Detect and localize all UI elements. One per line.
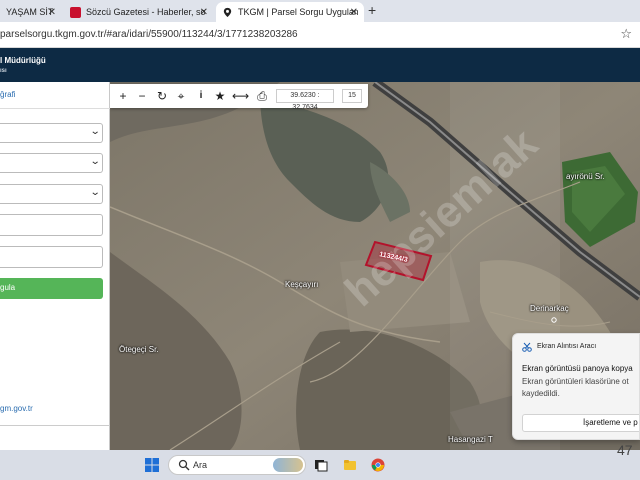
place-label: Hasangazi T <box>448 435 493 444</box>
notification-body-line: kaydedildi. <box>522 389 560 398</box>
footer-divider <box>0 425 110 426</box>
browser-tab-tkgm[interactable]: TKGM | Parsel Sorgu Uygulama ✕ <box>216 2 364 22</box>
taskbar: Ara <box>0 450 640 480</box>
neighborhood-select[interactable]: ⌄ <box>0 184 103 204</box>
tab-divider <box>0 108 110 109</box>
info-icon[interactable]: i <box>193 88 209 104</box>
block-number-input[interactable] <box>0 214 103 236</box>
place-label: ayırönü Sr. <box>566 172 605 181</box>
tab-title: Sözcü Gazetesi - Haberler, son <box>86 7 206 17</box>
site-title: l Müdürlüğü <box>0 56 46 65</box>
clock-fragment: 47 <box>617 442 633 458</box>
district-select[interactable]: ⌄ <box>0 153 103 173</box>
measure-icon[interactable]: ⟷ <box>232 88 249 104</box>
taskbar-search[interactable]: Ara <box>168 455 306 475</box>
site-subtitle: ısı <box>0 68 7 74</box>
zoom-out-icon[interactable]: − <box>134 88 150 104</box>
favorite-star-icon[interactable]: ★ <box>212 88 228 104</box>
url-text[interactable]: parselsorgu.tkgm.gov.tr/#ara/idari/55900… <box>0 29 298 40</box>
map-pin-icon <box>223 7 232 17</box>
chevron-down-icon: ⌄ <box>89 156 101 167</box>
bookmark-star-icon[interactable]: ☆ <box>620 26 632 42</box>
task-view-icon[interactable] <box>314 458 328 472</box>
zoom-level: 15 <box>342 89 362 103</box>
print-icon[interactable]: ⎙ <box>254 88 270 104</box>
notification-title: Ekran görüntüsü panoya kopya <box>522 364 633 373</box>
search-highlight-image <box>273 458 303 472</box>
locate-icon[interactable]: ⌖ <box>173 88 189 104</box>
query-sidebar: ğrafi ⌄ ⌄ ⌄ gula gm.gov.tr <box>0 82 110 450</box>
notification-body-line: Ekran görüntüleri klasörüne ot <box>522 377 629 386</box>
site-header: l Müdürlüğü ısı <box>0 48 640 82</box>
close-icon[interactable]: ✕ <box>48 7 56 18</box>
chevron-down-icon: ⌄ <box>89 126 101 137</box>
close-icon[interactable]: ✕ <box>200 7 208 18</box>
tab-title: TKGM | Parsel Sorgu Uygulama <box>238 7 358 17</box>
markup-button[interactable]: İşaretleme ve p <box>522 414 639 432</box>
refresh-icon[interactable]: ↻ <box>154 88 170 104</box>
search-icon <box>178 459 190 471</box>
zoom-in-icon[interactable]: + <box>115 88 131 104</box>
browser-tab-sozcu[interactable]: Sözcü Gazetesi - Haberler, son ✕ <box>64 2 214 22</box>
coordinate-readout: 39.6230 : 32.7634 <box>276 89 334 111</box>
sozcu-favicon-icon <box>70 6 81 18</box>
browser-tab-yasam[interactable]: YAŞAM SİT ✕ <box>0 2 62 22</box>
notification-app-name: Ekran Alıntısı Aracı <box>537 343 597 350</box>
chrome-icon[interactable] <box>371 458 385 472</box>
notification-body: Ekran görüntüleri klasörüne ot kaydedild… <box>522 376 639 400</box>
close-icon[interactable]: ✕ <box>350 7 358 18</box>
browser-tab-bar: YAŞAM SİT ✕ Sözcü Gazetesi - Haberler, s… <box>0 0 640 22</box>
place-label: Ötegeçi Sr. <box>119 345 159 354</box>
search-placeholder: Ara <box>193 460 208 470</box>
map-toolbar: + − ↻ ⌖ i ★ ⟷ ⎙ 39.6230 : 32.7634 15 <box>110 84 368 111</box>
snipping-notification[interactable]: Ekran Alıntısı Aracı Ekran görüntüsü pan… <box>512 333 640 440</box>
place-label: Keşçayırı <box>285 280 319 289</box>
place-label: Derinarkaç <box>530 304 569 313</box>
windows-start-icon[interactable] <box>145 458 159 472</box>
footer-link[interactable]: gm.gov.tr <box>0 404 33 413</box>
parcel-number-input[interactable] <box>0 246 103 268</box>
address-bar[interactable]: parselsorgu.tkgm.gov.tr/#ara/idari/55900… <box>0 22 640 48</box>
query-button[interactable]: gula <box>0 278 103 299</box>
file-explorer-icon[interactable] <box>343 458 357 472</box>
province-select[interactable]: ⌄ <box>0 123 103 143</box>
tab-cografi[interactable]: ğrafi <box>0 90 16 99</box>
scissors-icon <box>522 342 532 352</box>
chevron-down-icon: ⌄ <box>89 187 101 198</box>
tab-title: YAŞAM SİT <box>6 7 54 17</box>
new-tab-button[interactable]: + <box>368 2 376 18</box>
